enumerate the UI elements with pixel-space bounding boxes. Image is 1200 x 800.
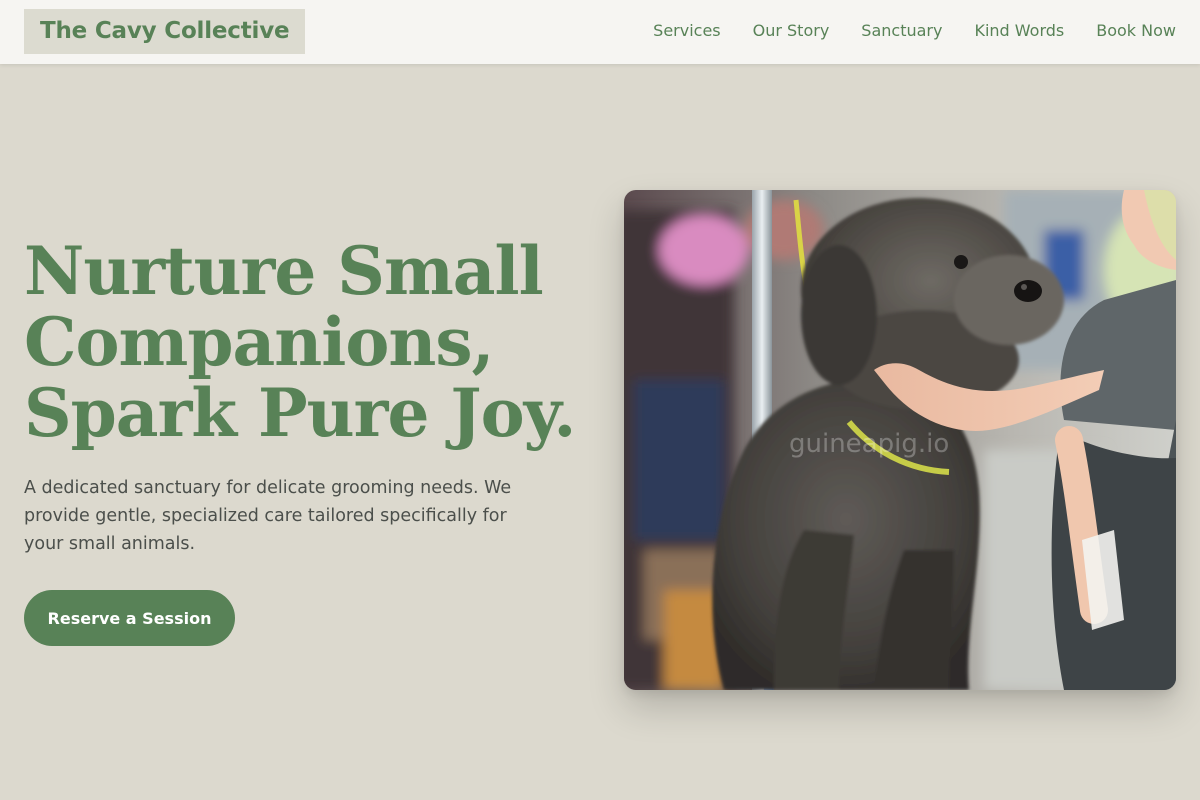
photo-watermark: guineapig.io [789, 429, 949, 459]
site-logo[interactable]: The Cavy Collective [24, 9, 306, 54]
reserve-session-button[interactable]: Reserve a Session [24, 590, 235, 646]
nav-link-book-now[interactable]: Book Now [1096, 21, 1176, 40]
nav-link-our-story[interactable]: Our Story [753, 21, 830, 40]
hero-title-line-1: Nurture Small [24, 232, 544, 310]
nav-link-services[interactable]: Services [653, 21, 720, 40]
hero-subtitle: A dedicated sanctuary for delicate groom… [24, 478, 512, 554]
groomer-with-poodle-photo: guineapig.io [624, 190, 1176, 690]
hero-photo: guineapig.io [624, 190, 1176, 690]
hero-title: Nurture Small Companions, Spark Pure Joy… [24, 236, 604, 449]
main-nav: Services Our Story Sanctuary Kind Words … [653, 0, 1176, 60]
site-header: The Cavy Collective Services Our Story S… [0, 0, 1200, 64]
nav-link-sanctuary[interactable]: Sanctuary [861, 21, 942, 40]
nav-link-kind-words[interactable]: Kind Words [974, 21, 1064, 40]
hero-title-line-2: Companions, [24, 303, 495, 381]
hero-title-line-3: Spark Pure Joy. [24, 374, 576, 452]
